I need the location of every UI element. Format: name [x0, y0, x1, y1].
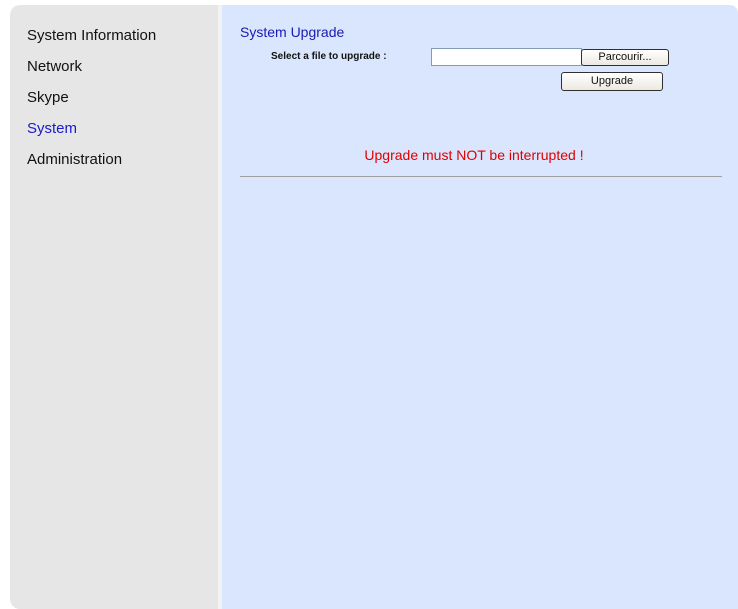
page-title: System Upgrade	[240, 24, 345, 40]
sidebar-item-system[interactable]: System	[27, 120, 156, 151]
file-path-input[interactable]	[431, 48, 582, 66]
sidebar-item-system-information[interactable]: System Information	[27, 27, 156, 58]
sidebar-nav: System Information Network Skype System …	[27, 27, 156, 182]
app-window: System Information Network Skype System …	[0, 0, 738, 609]
file-select-label: Select a file to upgrade :	[271, 51, 387, 62]
divider-line	[240, 176, 722, 177]
main-content: System Upgrade Select a file to upgrade …	[222, 5, 738, 609]
upgrade-button[interactable]: Upgrade	[561, 72, 663, 91]
sidebar-item-administration[interactable]: Administration	[27, 151, 156, 182]
upgrade-warning: Upgrade must NOT be interrupted !	[364, 147, 584, 163]
sidebar-item-network[interactable]: Network	[27, 58, 156, 89]
browse-button[interactable]: Parcourir...	[581, 49, 669, 66]
sidebar-item-skype[interactable]: Skype	[27, 89, 156, 120]
